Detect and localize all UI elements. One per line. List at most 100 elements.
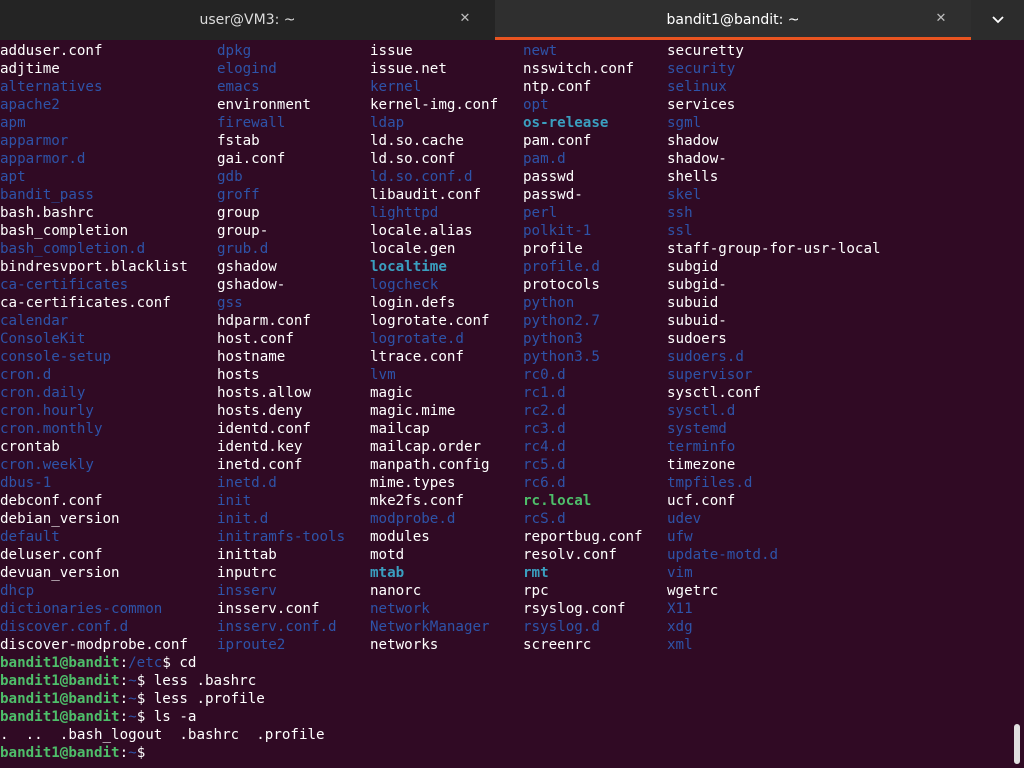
listing-entry: ca-certificates [0,277,129,293]
listing-entry: sudoers [667,331,727,347]
listing-entry: lighttpd [370,205,439,221]
listing-entry: kernel [370,79,422,95]
scrollbar[interactable] [1014,724,1020,764]
listing-entry: protocols [523,277,600,293]
listing-entry: group [217,205,260,221]
listing-entry: gshadow [217,259,277,275]
listing-entry: bash_completion [0,223,129,239]
close-icon[interactable]: ✕ [933,10,949,26]
listing-entry: wgetrc [667,583,719,599]
listing-entry: pam.d [523,151,566,167]
tab-title: user@VM3: ~ [199,12,296,28]
listing-entry: cron.weekly [0,457,94,473]
prompt-path: ~ [128,673,137,689]
listing-entry: hdparm.conf [217,313,311,329]
listing-column: adduser.conf adjtime alternatives apache2 ap… [0,42,188,654]
listing-entry: ufw [667,529,693,545]
listing-entry: inetd.conf [217,457,303,473]
listing-entry: udev [667,511,702,527]
listing-entry: logrotate.conf [370,313,490,329]
listing-entry: inputrc [217,565,277,581]
listing-entry: rc.local [523,493,592,509]
listing-entry: modules [370,529,430,545]
prompt-line: bandit1@bandit:/etc$ cd [0,654,1012,672]
listing-entry: identd.conf [217,421,311,437]
listing-entry: ld.so.cache [370,133,464,149]
listing-entry: systemd [667,421,727,437]
listing-entry: passwd [523,169,575,185]
listing-entry: manpath.config [370,457,490,473]
listing-entry: discover-modprobe.conf [0,637,188,653]
terminal-titlebar: user@VM3: ~ ✕ bandit1@bandit: ~ ✕ [0,0,1024,40]
tab-title: bandit1@bandit: ~ [666,12,800,28]
listing-entry: ssl [667,223,693,239]
listing-entry: newt [523,43,558,59]
command-history: bandit1@bandit:/etc$ cd bandit1@bandit:~$… [0,654,1012,762]
listing-entry: init.d [217,511,269,527]
prompt-user: bandit1@bandit [0,673,120,689]
listing-entry: rc5.d [523,457,566,473]
listing-entry: apm [0,115,26,131]
listing-entry: services [667,97,736,113]
listing-entry: rcS.d [523,511,566,527]
prompt-separator: : [119,709,129,725]
listing-entry: opt [523,97,549,113]
listing-entry: shadow [667,133,719,149]
listing-entry: dictionaries-common [0,601,163,617]
listing-entry: perl [523,205,558,221]
prompt-user: bandit1@bandit [0,691,120,707]
listing-entry: hosts [217,367,260,383]
listing-entry: rc3.d [523,421,566,437]
listing-entry: gss [217,295,243,311]
listing-entry: rpc [523,583,549,599]
listing-entry: issue [370,43,413,59]
prompt-path: ~ [128,709,137,725]
listing-entry: sysctl.conf [667,385,761,401]
listing-entry: host.conf [217,331,294,347]
listing-entry: passwd- [523,187,583,203]
listing-entry: networks [370,637,439,653]
listing-entry: hosts.deny [217,403,303,419]
listing-entry: rc2.d [523,403,566,419]
listing-entry: devuan_version [0,565,120,581]
listing-entry: insserv.conf [217,601,320,617]
listing-entry: groff [217,187,260,203]
listing-entry: libaudit.conf [370,187,482,203]
listing-entry: apache2 [0,97,60,113]
prompt-command: $ [136,745,154,761]
listing-entry: python3 [523,331,583,347]
listing-entry: logrotate.d [370,331,464,347]
listing-entry: nsswitch.conf [523,61,635,77]
listing-entry: subuid [667,295,719,311]
prompt-path: ~ [128,691,137,707]
tab-user-vm3[interactable]: user@VM3: ~ ✕ [0,0,495,40]
tab-menu-button[interactable] [971,0,1024,40]
prompt-command: $ cd [162,655,197,671]
listing-entry: ld.so.conf [370,151,456,167]
listing-entry: timezone [667,457,736,473]
listing-entry: X11 [667,601,693,617]
close-icon[interactable]: ✕ [457,10,473,26]
listing-entry: initramfs-tools [217,529,346,545]
etc-directory-listing: adduser.conf adjtime alternatives apache2 ap… [0,42,1012,654]
listing-entry: fstab [217,133,260,149]
listing-entry: bash.bashrc [0,205,94,221]
listing-entry: kernel-img.conf [370,97,499,113]
listing-entry: discover.conf.d [0,619,129,635]
listing-entry: cron.monthly [0,421,103,437]
listing-entry: rmt [523,565,549,581]
prompt-command: $ ls -a [136,709,197,725]
tab-bandit1[interactable]: bandit1@bandit: ~ ✕ [495,0,971,40]
terminal-output[interactable]: adduser.conf adjtime alternatives apache2 ap… [0,42,1012,768]
prompt-path: /etc [128,655,163,671]
listing-entry: modprobe.d [370,511,456,527]
listing-entry: subuid- [667,313,727,329]
listing-entry: mtab [370,565,405,581]
listing-entry: default [0,529,60,545]
listing-entry: rsyslog.conf [523,601,626,617]
listing-entry: adduser.conf [0,43,103,59]
prompt-separator: : [119,745,129,761]
listing-entry: ntp.conf [523,79,592,95]
listing-entry: subgid [667,259,719,275]
listing-entry: python3.5 [523,349,600,365]
